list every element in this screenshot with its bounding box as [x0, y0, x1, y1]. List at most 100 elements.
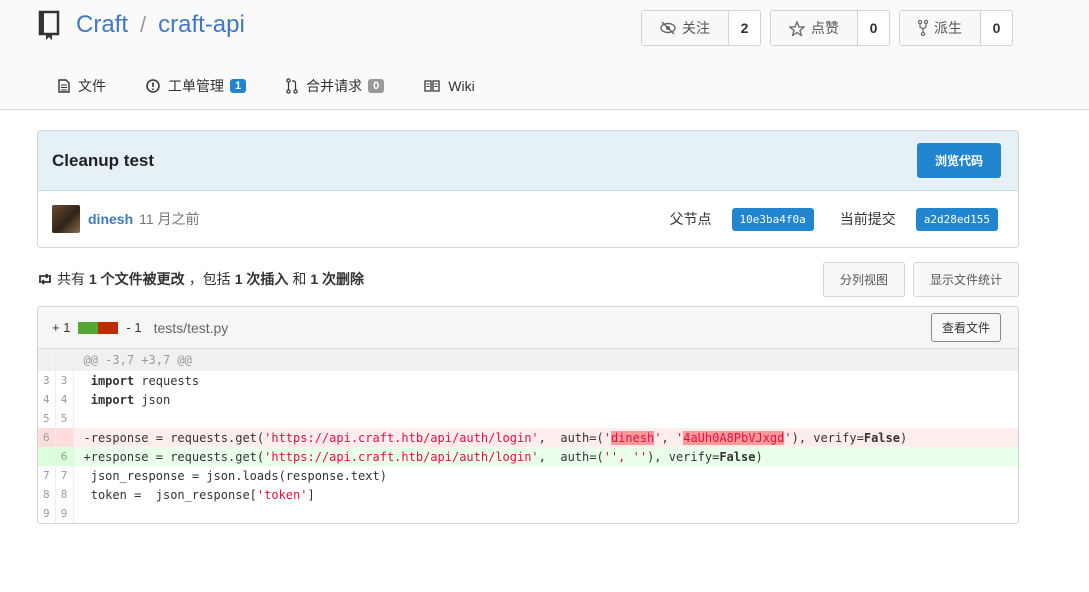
tab-wiki[interactable]: Wiki — [424, 76, 475, 96]
code-line: token = json_response['token'] — [73, 485, 1018, 504]
code-string: 'https://api.craft.htb/api/auth/login' — [264, 449, 539, 464]
avatar[interactable] — [52, 205, 80, 233]
table-row: 3 3 import requests — [38, 371, 1018, 390]
line-num-old[interactable]: 3 — [38, 371, 56, 390]
star-count[interactable]: 0 — [858, 11, 889, 45]
watch-label[interactable]: 关注 — [642, 11, 729, 45]
line-num-new[interactable]: 8 — [55, 485, 74, 504]
code-line: +response = requests.get('https://api.cr… — [73, 447, 1018, 466]
file-icon — [58, 79, 70, 93]
stats-mid: ，包括 — [188, 271, 231, 287]
table-row: 8 8 token = json_response['token'] — [38, 485, 1018, 504]
line-num-old[interactable]: 9 — [38, 504, 56, 523]
code-text: , auth=( — [538, 430, 604, 445]
show-file-stats-button[interactable]: 显示文件统计 — [912, 261, 1019, 297]
repo-name-link[interactable]: craft-api — [158, 11, 245, 39]
line-num-new[interactable]: 9 — [55, 504, 74, 523]
star-button[interactable]: 点赞 0 — [770, 10, 890, 46]
code-keyword: False — [719, 449, 756, 464]
line-num-old[interactable]: 8 — [38, 485, 56, 504]
repo-title: Craft / craft-api — [38, 10, 245, 40]
file-diff: + 1 - 1 tests/test.py 查看文件 @@ -3,7 +3,7 … — [37, 306, 1019, 524]
commit-author[interactable]: dinesh — [88, 211, 133, 227]
line-num-old[interactable]: 7 — [38, 466, 56, 485]
tab-issues-label: 工单管理 — [168, 78, 224, 94]
code-text: ), verify= — [647, 449, 720, 464]
watch-text: 关注 — [682, 20, 710, 36]
current-sha-link[interactable]: a2d28ed155 — [915, 207, 998, 231]
table-row: 9 9 — [38, 504, 1018, 523]
commit-header: Cleanup test 浏览代码 — [38, 131, 1018, 191]
line-num-old[interactable]: 4 — [38, 390, 56, 409]
code-line — [73, 504, 1018, 523]
code-text: ) — [755, 449, 763, 464]
view-file-button[interactable]: 查看文件 — [930, 313, 1001, 342]
diff-filename: tests/test.py — [153, 319, 229, 336]
line-num-old[interactable]: 5 — [38, 409, 56, 428]
line-num-old[interactable] — [38, 447, 56, 466]
watch-button[interactable]: 关注 2 — [641, 10, 761, 46]
repo-tabs: 文件 工单管理 1 合并请求 0 Wiki — [58, 76, 515, 96]
line-num-new[interactable]: 4 — [55, 390, 74, 409]
stats-deletions: 1 次删除 — [310, 271, 365, 287]
line-num-new[interactable]: 3 — [55, 371, 74, 390]
code-text: ) — [899, 430, 908, 445]
deletions-bar — [98, 321, 119, 334]
code-module: requests — [141, 373, 200, 388]
code-text: , — [661, 430, 676, 445]
line-num-new[interactable] — [55, 428, 74, 447]
split-view-button[interactable]: 分列视图 — [822, 261, 905, 297]
code-keyword: import — [90, 392, 135, 407]
code-text: , auth=( — [538, 449, 604, 464]
commit-meta: dinesh 11 月之前 父节点 10e3ba4f0a 当前提交 a2d28e… — [38, 191, 1018, 247]
code-text: ), verify= — [791, 430, 864, 445]
diff-stats: 共有 1 个文件被更改 ，包括 1 次插入 和 1 次删除 分列视图 显示文件统… — [37, 261, 1019, 297]
code-text: ] — [307, 487, 315, 502]
code-keyword: import — [90, 373, 135, 388]
table-row: 5 5 — [38, 409, 1018, 428]
fork-button[interactable]: 派生 0 — [899, 10, 1013, 46]
issue-icon — [146, 79, 160, 93]
repo-icon — [38, 10, 60, 40]
tab-pull-requests[interactable]: 合并请求 0 — [286, 76, 385, 96]
fork-count[interactable]: 0 — [981, 11, 1012, 45]
browse-code-button[interactable]: 浏览代码 — [916, 143, 1001, 178]
book-icon — [424, 80, 440, 92]
line-num-new[interactable]: 6 — [55, 447, 74, 466]
line-num-new — [55, 349, 74, 371]
fork-label[interactable]: 派生 — [900, 11, 981, 45]
code-line: json_response = json.loads(response.text… — [83, 468, 387, 483]
code-text: +response = requests.get( — [83, 449, 265, 464]
code-string: '', '' — [603, 449, 648, 464]
watch-count[interactable]: 2 — [729, 11, 760, 45]
table-row: 4 4 import json — [38, 390, 1018, 409]
repo-header: Craft / craft-api 关注 2 点赞 0 派生 0 文件 工单管理… — [0, 0, 1089, 110]
commit-time: 11 月之前 — [139, 211, 200, 227]
line-num-old[interactable]: 6 — [38, 428, 56, 447]
diff-additions-count: + 1 — [52, 320, 71, 335]
repo-actions: 关注 2 点赞 0 派生 0 — [641, 10, 1013, 46]
hunk-header-row: @@ -3,7 +3,7 @@ — [38, 349, 1018, 371]
stats-files: 1 个文件被更改 — [89, 271, 185, 287]
diff-table: @@ -3,7 +3,7 @@ 3 3 import requests 4 4 … — [38, 349, 1018, 523]
stats-prefix: 共有 — [57, 271, 85, 287]
parent-label: 父节点 — [669, 211, 712, 227]
current-commit-label: 当前提交 — [839, 211, 896, 227]
diff-deletions-count: - 1 — [126, 320, 142, 335]
line-num-new[interactable]: 7 — [55, 466, 74, 485]
repo-owner-link[interactable]: Craft — [76, 11, 128, 39]
star-label[interactable]: 点赞 — [771, 11, 858, 45]
removed-username: dinesh — [610, 430, 655, 445]
diff-file-header: + 1 - 1 tests/test.py 查看文件 — [38, 307, 1018, 349]
eye-slash-icon — [660, 21, 676, 35]
tab-issues[interactable]: 工单管理 1 — [146, 76, 247, 96]
code-line: -response = requests.get('https://api.cr… — [73, 428, 1018, 447]
star-text: 点赞 — [811, 20, 839, 36]
parent-sha-link[interactable]: 10e3ba4f0a — [731, 207, 814, 231]
code-text: -response = requests.get( — [83, 430, 265, 445]
tab-files[interactable]: 文件 — [58, 76, 106, 96]
line-num-new[interactable]: 5 — [55, 409, 74, 428]
stats-and: 和 — [292, 271, 307, 287]
path-separator: / — [140, 12, 147, 37]
code-module: json — [141, 392, 171, 407]
